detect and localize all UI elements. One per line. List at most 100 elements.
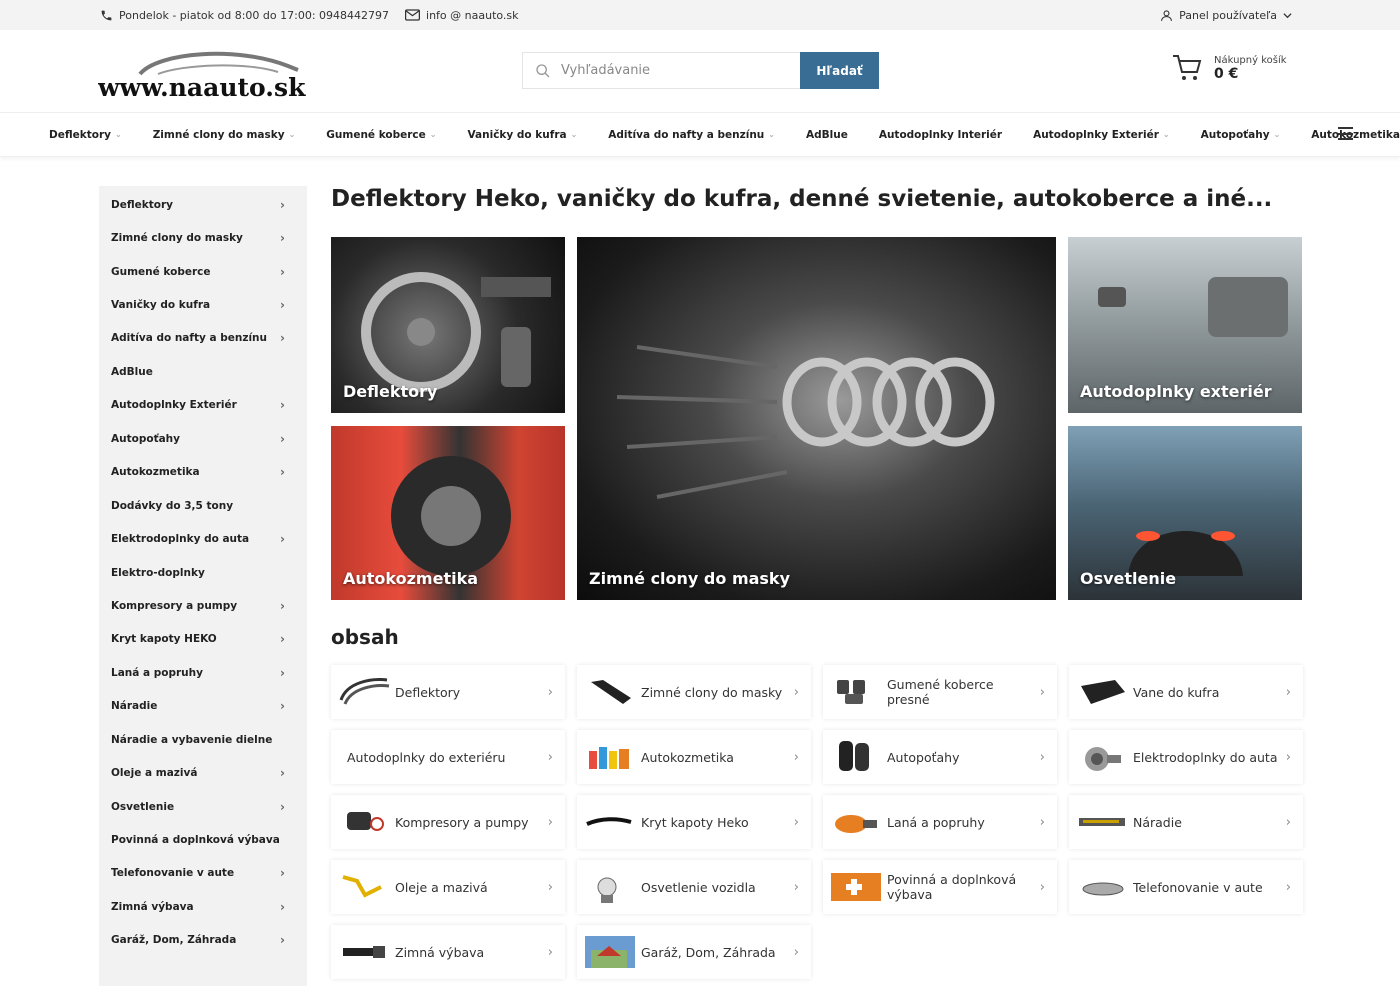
category-card-label: Autodoplnky do exteriéru (347, 749, 506, 765)
search-input[interactable]: Vyhľadávanie (522, 52, 800, 89)
nav-item[interactable]: Autodoplnky Interiér (879, 129, 1002, 141)
nav-item[interactable]: Autokozmetika⌄ (1311, 129, 1400, 141)
sidebar-item-label: Náradie a vybavenie dielne (111, 733, 273, 746)
category-card[interactable]: Zimná výbava › (331, 925, 565, 979)
sidebar-item[interactable]: Deflektory › (99, 188, 307, 221)
content-heading: obsah (331, 625, 399, 649)
category-card-label: Vane do kufra (1133, 684, 1220, 700)
sidebar-item[interactable]: Náradie › (99, 690, 307, 723)
cart-total: 0 € (1214, 65, 1239, 82)
chevron-down-icon: ⌄ (114, 130, 122, 139)
category-card[interactable]: Kryt kapoty Heko › (577, 795, 811, 849)
category-card[interactable]: Oleje a mazivá › (331, 860, 565, 914)
category-card[interactable]: Laná a popruhy › (823, 795, 1057, 849)
nav-item[interactable]: Vaničky do kufra ⌄ (467, 129, 577, 141)
nav-item[interactable]: Aditíva do nafty a benzínu ⌄ (608, 129, 775, 141)
contact-email[interactable]: info @ naauto.sk (405, 9, 519, 22)
sidebar-item[interactable]: Aditíva do nafty a benzínu › (99, 322, 307, 355)
chevron-right-icon: › (280, 933, 285, 948)
nav-item[interactable]: AdBlue (806, 129, 848, 141)
phone-icon (101, 10, 112, 20)
category-card[interactable]: Kompresory a pumpy › (331, 795, 565, 849)
category-card[interactable]: Garáž, Dom, Záhrada › (577, 925, 811, 979)
chevron-right-icon: › (1039, 684, 1045, 700)
contact-hours[interactable]: Pondelok - piatok od 8:00 do 17:00: 0948… (100, 9, 389, 22)
search-button[interactable]: Hľadať (800, 52, 879, 89)
nav-item[interactable]: Autopoťahy ⌄ (1201, 129, 1281, 141)
nav-item[interactable]: Gumené koberce ⌄ (326, 129, 436, 141)
category-card[interactable]: Autokozmetika › (577, 730, 811, 784)
cart[interactable]: Nákupný košík 0 € (1172, 54, 1287, 82)
chevron-right-icon: › (547, 749, 553, 765)
chevron-right-icon: › (280, 298, 285, 313)
nav-item[interactable]: Deflektory ⌄ (49, 129, 122, 141)
sidebar-item[interactable]: Laná a popruhy › (99, 656, 307, 689)
chevron-right-icon: › (793, 944, 799, 960)
menu-icon[interactable] (1338, 127, 1353, 140)
category-card-label: Elektrodoplnky do auta (1133, 749, 1278, 765)
sidebar-item[interactable]: Autodoplnky Exteriér › (99, 389, 307, 422)
contact-email-text: info @ naauto.sk (426, 8, 519, 22)
chevron-down-icon: ⌄ (1273, 130, 1281, 139)
nav-item[interactable]: Zimné clony do masky ⌄ (153, 129, 296, 141)
nav-item[interactable]: Autodoplnky Exteriér ⌄ (1033, 129, 1170, 141)
tile-autodoplnky-exterier[interactable]: Autodoplnky exteriér (1068, 237, 1302, 413)
chevron-right-icon: › (1285, 749, 1291, 765)
chevron-down-icon: ⌄ (429, 130, 437, 139)
sidebar-item-label: Osvetlenie (111, 800, 175, 813)
logo[interactable]: www.naauto.sk (97, 44, 338, 104)
topbar: Pondelok - piatok od 8:00 do 17:00: 0948… (0, 0, 1400, 30)
category-card[interactable]: Autopoťahy › (823, 730, 1057, 784)
sidebar-item[interactable]: Náradie a vybavenie dielne (99, 723, 307, 756)
chevron-right-icon: › (1039, 814, 1045, 830)
nav-item-label: AdBlue (805, 128, 848, 141)
sidebar-item[interactable]: Dodávky do 3,5 tony (99, 489, 307, 522)
category-card[interactable]: Telefonovanie v aute › (1069, 860, 1303, 914)
category-card[interactable]: Autodoplnky do exteriéru › (331, 730, 565, 784)
winter-cover-icon (583, 672, 637, 712)
chevron-right-icon: › (793, 749, 799, 765)
category-card[interactable]: Vane do kufra › (1069, 665, 1303, 719)
tile-autokozmetika[interactable]: Autokozmetika (331, 426, 565, 600)
page-title: Deflektory Heko, vaničky do kufra, denné… (331, 186, 1273, 212)
category-card[interactable]: Osvetlenie vozidla › (577, 860, 811, 914)
category-card[interactable]: Gumené koberce presné › (823, 665, 1057, 719)
category-card[interactable]: Povinná a doplnková výbava › (823, 860, 1057, 914)
category-card[interactable]: Náradie › (1069, 795, 1303, 849)
tile-zimne-clony[interactable]: Zimné clony do masky (577, 237, 1056, 600)
sidebar-item[interactable]: Zimná výbava › (99, 890, 307, 923)
sidebar-item[interactable]: Osvetlenie › (99, 790, 307, 823)
category-card[interactable]: Zimné clony do masky › (577, 665, 811, 719)
chevron-down-icon: ⌄ (570, 130, 578, 139)
category-card-label: Autokozmetika (641, 749, 734, 765)
category-card[interactable]: Elektrodoplnky do auta › (1069, 730, 1303, 784)
sidebar-item[interactable]: Gumené koberce › (99, 255, 307, 288)
sidebar-item[interactable]: Povinná a doplnková výbava (99, 823, 307, 856)
sidebar-item[interactable]: Autopoťahy › (99, 422, 307, 455)
sidebar-item[interactable]: Oleje a mazivá › (99, 756, 307, 789)
chevron-right-icon: › (793, 879, 799, 895)
nav-item-label: Deflektory (49, 128, 111, 141)
compressor-icon (337, 802, 391, 842)
sidebar-item[interactable]: Elektro-doplnky (99, 556, 307, 589)
tile-osvetlenie[interactable]: Osvetlenie (1068, 426, 1302, 600)
sidebar-item[interactable]: Garáž, Dom, Záhrada › (99, 924, 307, 957)
sidebar-item[interactable]: Kompresory a pumpy › (99, 589, 307, 622)
tile-deflektory[interactable]: Deflektory (331, 237, 565, 413)
sidebar-item-label: Vaničky do kufra (111, 299, 211, 312)
category-card[interactable]: Deflektory › (331, 665, 565, 719)
tile-label: Zimné clony do masky (589, 569, 790, 588)
sidebar-item[interactable]: Vaničky do kufra › (99, 288, 307, 321)
sidebar-item[interactable]: Autokozmetika › (99, 456, 307, 489)
chevron-down-icon: ⌄ (1162, 130, 1170, 139)
logo-text: www.naauto.sk (98, 73, 306, 102)
sidebar-item[interactable]: Elektrodoplnky do auta › (99, 522, 307, 555)
chevron-right-icon: › (1039, 879, 1045, 895)
sidebar-item[interactable]: Telefonovanie v aute › (99, 857, 307, 890)
sidebar-item[interactable]: Kryt kapoty HEKO › (99, 623, 307, 656)
sidebar-item[interactable]: AdBlue (99, 355, 307, 388)
user-panel-label: Panel používateľa (1179, 8, 1277, 22)
sidebar-item[interactable]: Zimné clony do masky › (99, 221, 307, 254)
chevron-right-icon: › (280, 398, 285, 413)
user-panel-dropdown[interactable]: Panel používateľa (1160, 9, 1292, 22)
